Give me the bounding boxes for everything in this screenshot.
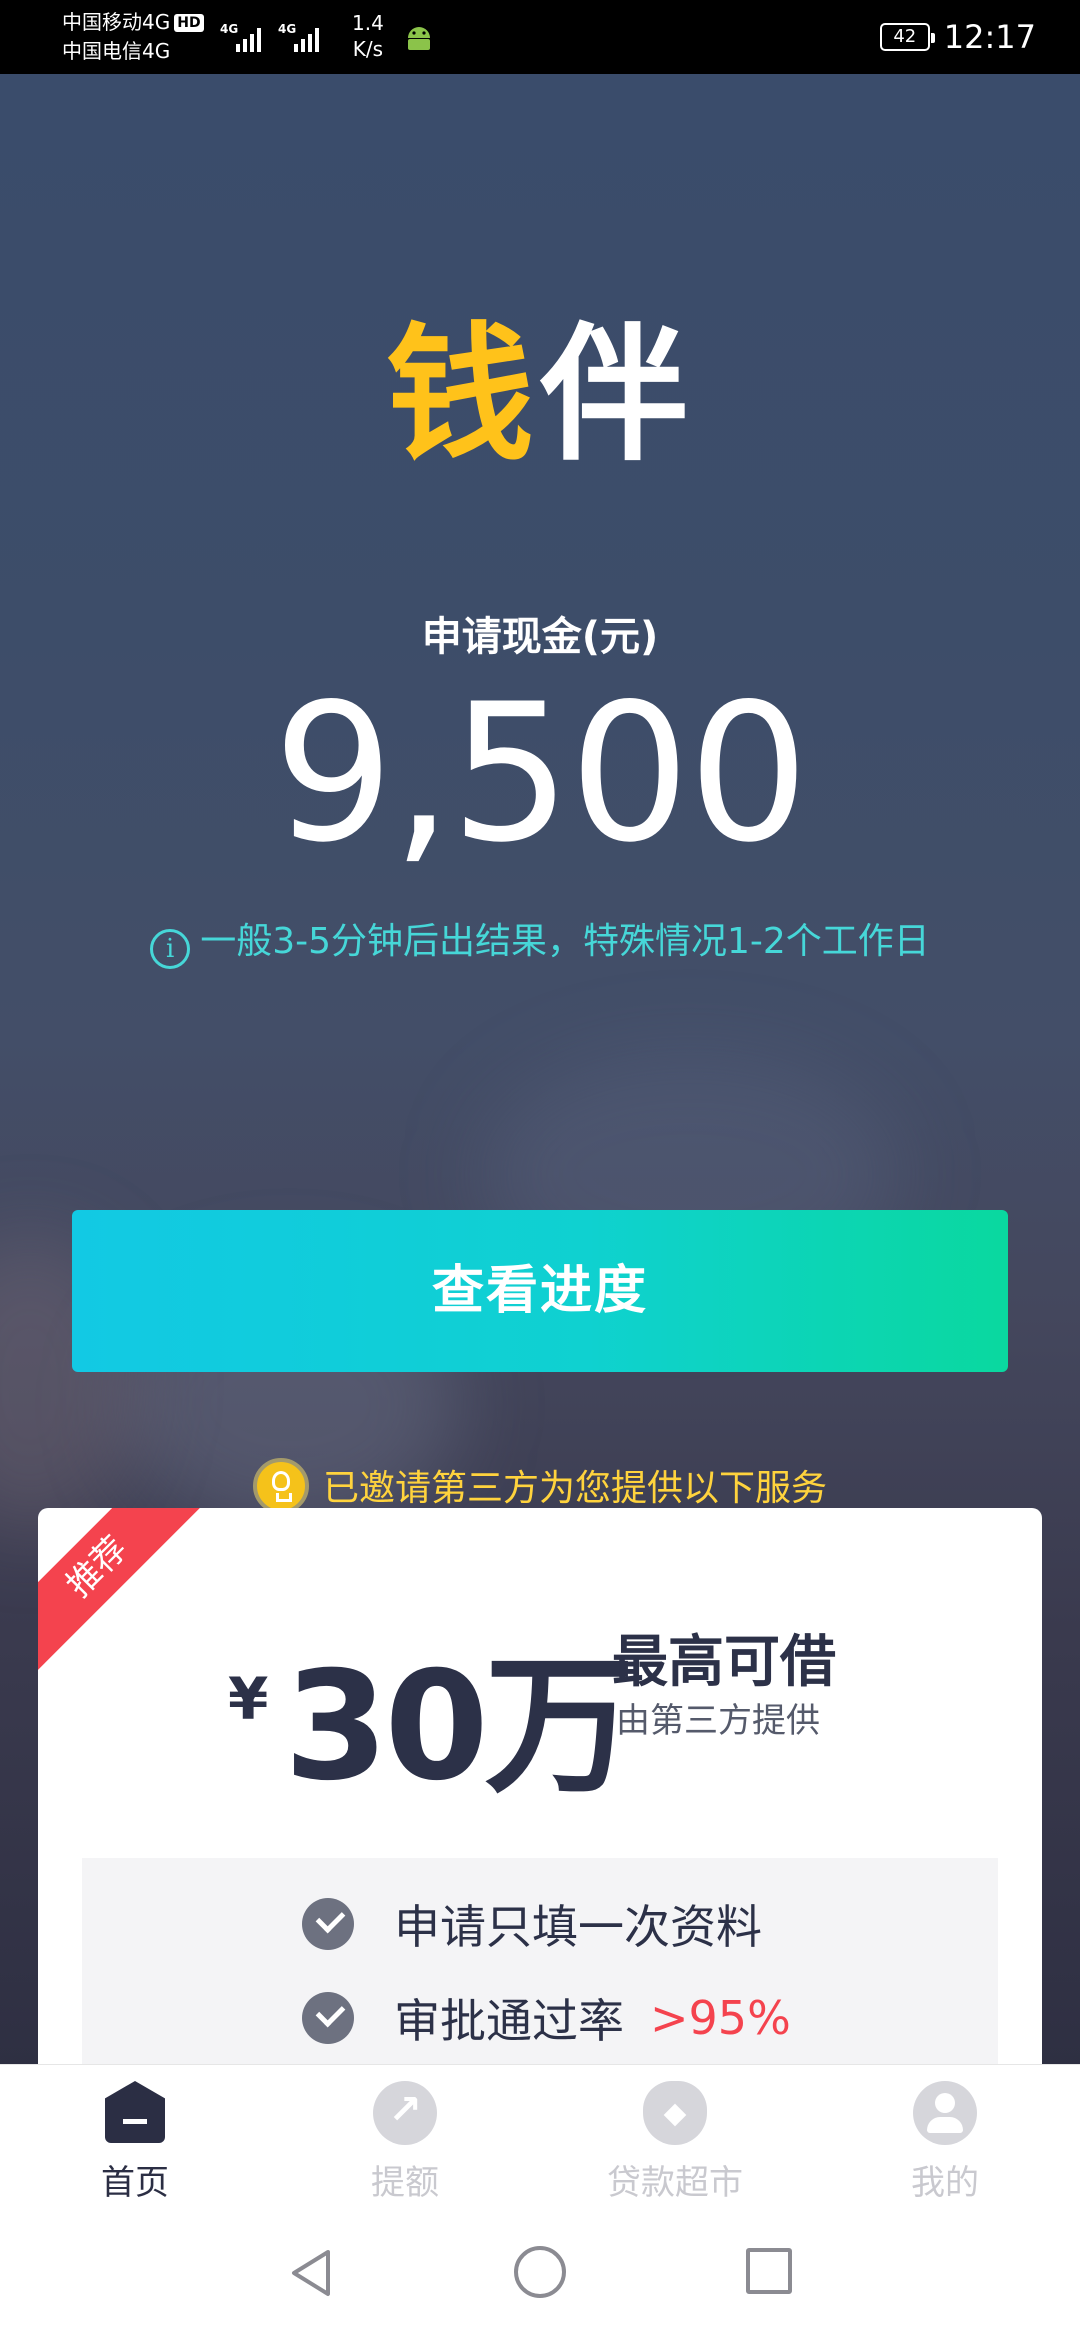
bottom-tab-bar: 首页 提额 贷款超市 我的 [0, 2064, 1080, 2203]
tab-home[interactable]: 首页 [35, 2081, 235, 2204]
check-icon [302, 1992, 354, 2044]
info-icon: i [150, 929, 191, 969]
tab-raise-limit[interactable]: 提额 [305, 2081, 505, 2204]
check-icon [302, 1898, 354, 1950]
clock: 12:17 [943, 18, 1036, 56]
hd-badge: HD [174, 14, 204, 32]
lightbulb-icon [252, 1458, 309, 1514]
system-nav-bar [0, 2200, 1080, 2340]
feature-item: 申请只填一次资料 [302, 1894, 762, 1954]
home-icon [103, 2081, 167, 2145]
trend-up-icon [373, 2081, 437, 2145]
max-loan-label: 最高可借 [612, 1630, 836, 1695]
tab-mine[interactable]: 我的 [845, 2081, 1045, 2204]
max-loan-row: ¥ 30万 最高可借 由第三方提供 [38, 1613, 1042, 1814]
tab-loan-market[interactable]: 贷款超市 [575, 2081, 775, 2204]
result-time-text: 一般3-5分钟后出结果，特殊情况1-2个工作日 [200, 921, 930, 962]
money-bag-icon [643, 2081, 707, 2145]
carrier-2: 中国电信4G [62, 39, 171, 63]
carrier-1: 中国移动4G [62, 10, 171, 34]
feature-item: 审批通过率 >95% [302, 1988, 791, 2048]
currency-symbol: ¥ [228, 1665, 269, 1733]
approval-rate: >95% [650, 1991, 791, 2045]
home-nav-icon[interactable] [514, 2246, 566, 2298]
network-speed: 1.4 K/s [352, 11, 384, 61]
max-loan-amount: 30万 [284, 1640, 635, 1814]
signal-indicators: 4G 4G [220, 16, 322, 54]
user-icon [913, 2081, 977, 2145]
app-logo: 钱伴 [386, 309, 694, 481]
result-time-info: i 一般3-5分钟后出结果，特殊情况1-2个工作日 [0, 912, 1080, 969]
back-icon[interactable] [288, 2248, 334, 2298]
invite-text: 已邀请第三方为您提供以下服务 [322, 1468, 827, 1509]
signal-sim2-icon: 4G [278, 18, 322, 54]
provider-note: 由第三方提供 [616, 1701, 820, 1741]
battery-icon: 42 [879, 23, 935, 51]
signal-sim1-icon: 4G [220, 18, 264, 54]
apply-cash-label: 申请现金(元) [421, 614, 659, 660]
third-party-invite: 已邀请第三方为您提供以下服务 [0, 1458, 1080, 1514]
view-progress-button[interactable]: 查看进度 [72, 1210, 1008, 1372]
android-icon [408, 27, 430, 50]
apply-amount: 9,500 [273, 663, 809, 884]
recent-apps-icon[interactable] [746, 2248, 792, 2294]
status-bar: 中国移动4G HD 中国电信4G 4G 4G 1.4 K/s 42 12:17 [0, 0, 1080, 74]
carrier-info: 中国移动4G HD 中国电信4G [62, 8, 204, 66]
